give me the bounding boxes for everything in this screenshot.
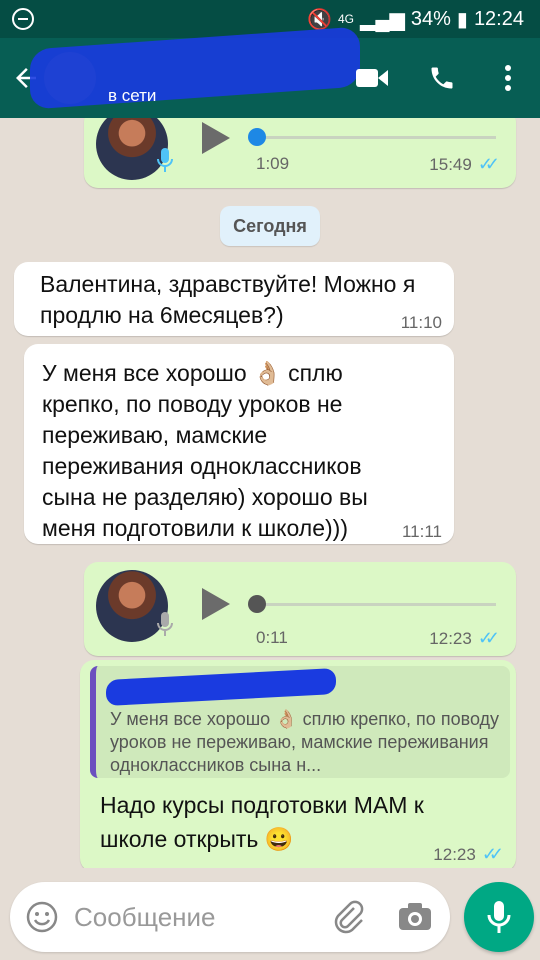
quote-author-redacted — [106, 667, 336, 707]
voice-duration: 0:11 — [256, 628, 288, 647]
message-time: 11:11 — [401, 522, 442, 541]
network-type: 4G — [337, 12, 354, 26]
message-text: Надо курсы подготовки МАМ к школе открыт… — [100, 792, 424, 852]
message-meta: 12:23 ✓✓ — [429, 628, 500, 649]
mic-icon — [156, 148, 174, 174]
mic-icon — [487, 901, 511, 933]
camera-icon[interactable] — [398, 902, 432, 937]
message-meta: 15:49 ✓✓ — [429, 154, 500, 175]
more-vert-icon[interactable] — [490, 60, 526, 96]
message-meta: 11:10 — [401, 313, 442, 333]
chat-header: в сети — [0, 26, 540, 118]
signal-icon: ▂▄▆ — [359, 8, 405, 31]
quoted-message[interactable]: У меня все хорошо 👌🏼 сплю крепко, по пов… — [90, 666, 510, 778]
message-meta: 11:11 — [402, 522, 442, 542]
audio-progress-track[interactable] — [256, 603, 496, 606]
play-icon[interactable] — [202, 122, 230, 154]
mic-icon — [156, 612, 174, 638]
dnd-icon — [12, 8, 34, 30]
emoji-icon[interactable] — [26, 901, 58, 938]
read-ticks-icon: ✓✓ — [481, 844, 504, 864]
date-separator: Сегодня — [220, 206, 320, 246]
audio-seek-handle[interactable] — [248, 595, 266, 613]
message-text: У меня все хорошо 👌🏼 сплю крепко, по пов… — [42, 360, 368, 541]
contact-name-redacted[interactable] — [30, 26, 360, 110]
voice-message[interactable]: 1:09 15:49 ✓✓ — [84, 118, 516, 188]
voice-record-button[interactable] — [464, 882, 534, 952]
message-time: 15:49 — [429, 154, 472, 174]
message-time: 12:23 — [429, 628, 472, 648]
incoming-message[interactable]: Валентина, здравствуйте! Можно я продлю … — [14, 262, 454, 336]
read-ticks-icon: ✓✓ — [477, 154, 500, 174]
audio-seek-handle[interactable] — [248, 128, 266, 146]
message-text: Валентина, здравствуйте! Можно я продлю … — [40, 271, 416, 328]
clock: 12:24 — [473, 7, 524, 30]
phone-icon[interactable] — [424, 60, 460, 96]
audio-progress-track[interactable] — [256, 136, 496, 139]
battery-level: 34% — [410, 7, 451, 30]
read-ticks-icon: ✓✓ — [477, 628, 500, 648]
attach-icon[interactable] — [332, 900, 364, 939]
quote-text: У меня все хорошо 👌🏼 сплю крепко, по пов… — [110, 709, 500, 775]
incoming-message[interactable]: У меня все хорошо 👌🏼 сплю крепко, по пов… — [24, 344, 454, 544]
battery-icon: ▮ — [456, 8, 468, 31]
voice-duration: 1:09 — [256, 154, 290, 173]
voice-message[interactable]: 0:11 12:23 ✓✓ — [84, 562, 516, 656]
message-input-bar[interactable]: Сообщение — [10, 882, 450, 952]
message-input[interactable]: Сообщение — [74, 902, 216, 933]
play-icon[interactable] — [202, 588, 230, 620]
message-time: 12:23 — [433, 844, 476, 864]
message-time: 11:10 — [400, 313, 442, 332]
message-meta: 12:23 ✓✓ — [433, 844, 504, 865]
contact-status: в сети — [108, 86, 157, 105]
video-call-icon[interactable] — [354, 60, 390, 96]
chat-area[interactable]: 1:09 15:49 ✓✓ Сегодня Валентина, здравст… — [0, 118, 540, 868]
